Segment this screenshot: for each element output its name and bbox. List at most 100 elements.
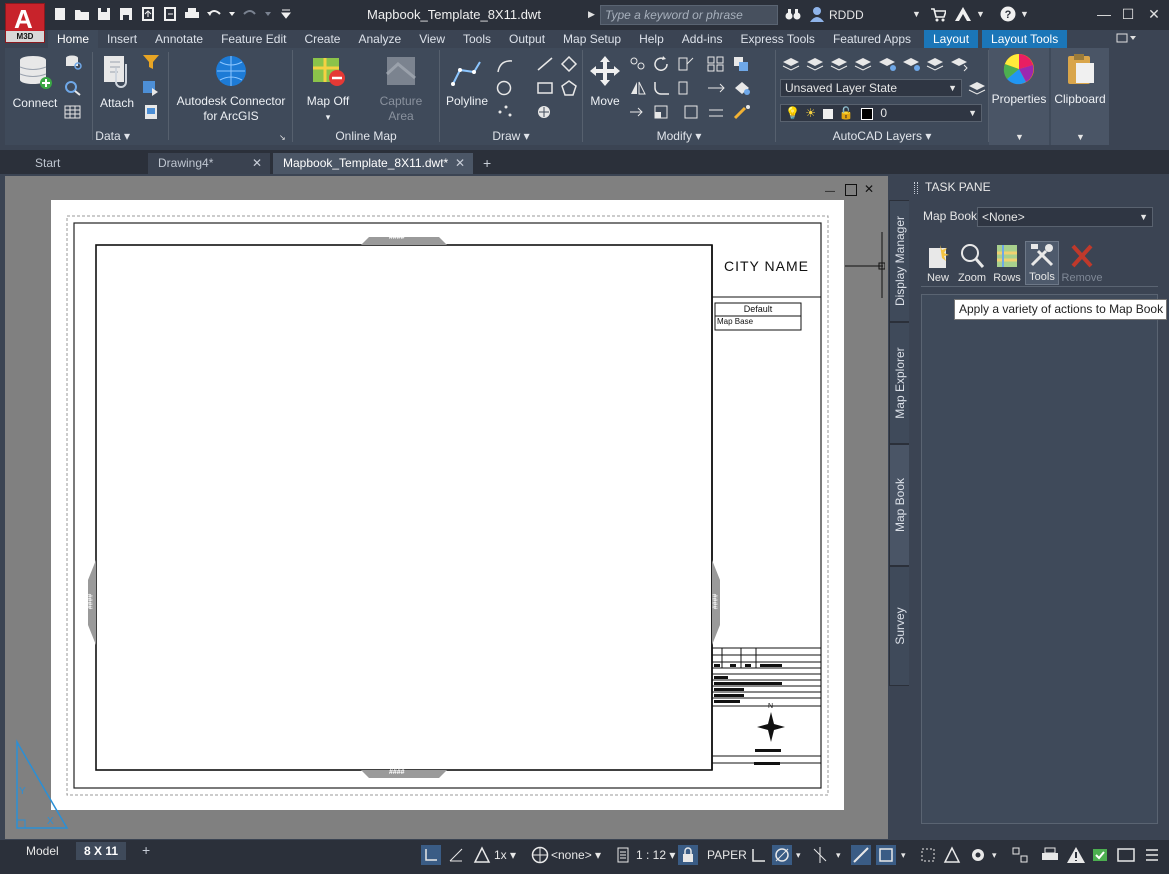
tab-annotate[interactable]: Annotate [146, 30, 212, 48]
tab-home[interactable]: Home [48, 30, 99, 48]
layer-isolate-icon[interactable] [854, 56, 872, 72]
plot-icon[interactable] [1040, 845, 1060, 865]
clipboard-dropdown-icon[interactable]: ▼ [1076, 132, 1085, 142]
tab-view[interactable]: View [410, 30, 454, 48]
layout-tab-8x11[interactable]: 8 X 11 [76, 842, 127, 860]
application-menu-button[interactable]: A M3D [5, 3, 45, 43]
capture-area-button[interactable]: Capture Area [373, 54, 429, 124]
query-icon[interactable] [64, 54, 82, 70]
layers-panel-title[interactable]: AutoCAD Layers ▾ [776, 129, 988, 143]
model-tab[interactable]: Model [18, 842, 67, 860]
annotation-visibility-icon[interactable] [472, 845, 492, 865]
user-icon[interactable] [810, 6, 824, 25]
tab-add-ins[interactable]: Add-ins [673, 30, 732, 48]
stretch-icon[interactable] [707, 80, 725, 96]
layer-state-dropdown[interactable]: Unsaved Layer State ▼ [780, 79, 962, 97]
maximize-icon[interactable]: ☐ [1120, 6, 1136, 22]
map-data-search-icon[interactable] [64, 80, 82, 96]
new-button[interactable]: New [923, 243, 953, 284]
add-layout-plus-icon[interactable]: + [134, 841, 158, 859]
tab-insert[interactable]: Insert [98, 30, 146, 48]
share-icon[interactable] [162, 6, 178, 22]
match-properties-icon[interactable] [733, 104, 751, 120]
stretch-arrow-icon[interactable] [629, 104, 647, 120]
gradient-icon[interactable] [560, 55, 578, 73]
arc-icon[interactable] [496, 58, 514, 74]
scale-icon[interactable] [653, 104, 671, 120]
map-book-select[interactable]: <None> ▼ [977, 207, 1153, 227]
point-icon[interactable] [496, 104, 514, 120]
search-expand-icon[interactable]: ▶ [588, 9, 595, 20]
minimize-icon[interactable]: — [1096, 6, 1112, 22]
redo-icon[interactable] [242, 6, 258, 22]
print-icon[interactable] [184, 6, 200, 22]
layer-properties-icon[interactable] [782, 56, 800, 72]
tab-layout[interactable]: Layout [924, 30, 979, 48]
layer-walk-icon[interactable] [950, 56, 968, 72]
polar-dropdown-icon[interactable]: ▾ [796, 844, 801, 866]
side-tab-display-manager[interactable]: Display Manager [889, 200, 910, 322]
ribbon-minimize-icon[interactable] [1116, 31, 1138, 48]
side-tab-map-explorer[interactable]: Map Explorer [889, 322, 910, 444]
lineweight-icon[interactable] [851, 845, 871, 865]
connect-button[interactable]: Connect [9, 54, 61, 111]
file-tab-mapbook[interactable]: Mapbook_Template_8X11.dwt* ✕ [273, 153, 473, 174]
extend-icon[interactable] [677, 80, 695, 96]
data-export-icon[interactable] [142, 80, 160, 96]
tools-button[interactable]: Tools [1025, 241, 1059, 285]
layer-dropdown[interactable]: 💡 ☀ 🔓 0 ▼ [780, 104, 982, 122]
rectangle-icon[interactable] [536, 80, 554, 96]
side-tab-survey[interactable]: Survey [889, 566, 910, 686]
tab-tools[interactable]: Tools [454, 30, 500, 48]
layer-off-icon[interactable] [830, 56, 848, 72]
properties-button[interactable]: Properties [991, 52, 1047, 107]
rows-button[interactable]: Rows [992, 243, 1022, 284]
modify-panel-title[interactable]: Modify ▾ [583, 129, 775, 143]
coordinate-system[interactable]: <none> ▾ [551, 844, 601, 866]
tab-analyze[interactable]: Analyze [349, 30, 410, 48]
customization-menu-icon[interactable] [1142, 845, 1162, 865]
tab-layout-tools[interactable]: Layout Tools [982, 30, 1068, 48]
undo-dropdown-icon[interactable] [228, 6, 236, 22]
new-file-icon[interactable] [52, 6, 68, 22]
tab-map-setup[interactable]: Map Setup [554, 30, 630, 48]
map-book-tree[interactable] [921, 294, 1158, 824]
tab-express-tools[interactable]: Express Tools [731, 30, 823, 48]
viewport-scale[interactable]: 1 : 12 ▾ [636, 844, 675, 866]
offset-icon[interactable] [707, 104, 725, 120]
rotate-icon[interactable] [653, 56, 671, 72]
tab-help[interactable]: Help [630, 30, 673, 48]
task-pane-grip-icon[interactable] [914, 182, 918, 194]
help-icon[interactable]: ? [1000, 6, 1016, 25]
layer-states-icon[interactable] [806, 56, 824, 72]
user-dropdown-icon[interactable]: ▼ [912, 9, 921, 19]
array-icon[interactable] [707, 56, 725, 72]
paper-space-icon[interactable] [421, 845, 441, 865]
file-tab-drawing4[interactable]: Drawing4* ✕ [148, 153, 270, 174]
scale-list-icon[interactable] [614, 845, 634, 865]
paper-model-toggle[interactable]: PAPER [707, 844, 747, 866]
line-icon[interactable] [536, 56, 554, 72]
close-tab-icon[interactable]: ✕ [252, 153, 262, 173]
polyline-button[interactable]: Polyline [442, 58, 492, 109]
isolate-icon[interactable] [733, 80, 751, 96]
circle-icon[interactable] [496, 80, 514, 96]
filter-icon[interactable] [142, 54, 160, 70]
open-folder-icon[interactable] [74, 6, 90, 22]
polar-tracking-icon[interactable] [772, 845, 792, 865]
hatch-icon[interactable] [536, 104, 554, 120]
save-icon[interactable] [96, 6, 112, 22]
tab-feature-edit[interactable]: Feature Edit [212, 30, 295, 48]
layer-unisolate-icon[interactable] [926, 56, 944, 72]
upload-icon[interactable] [140, 6, 156, 22]
selection-cycling-icon[interactable] [918, 845, 938, 865]
customize-qat-icon[interactable] [278, 6, 294, 22]
polygon-icon[interactable] [560, 80, 578, 96]
viewport-minimize-icon[interactable]: — [825, 186, 837, 197]
map-off-button[interactable]: Map Off ▾ [301, 54, 355, 125]
clipboard-button[interactable]: Clipboard [1051, 52, 1109, 107]
redo-dropdown-icon[interactable] [264, 6, 272, 22]
osnap-dropdown-icon[interactable]: ▾ [836, 844, 841, 866]
dynamic-ucs-icon[interactable] [446, 845, 466, 865]
object-snap-tracking-icon[interactable] [810, 845, 830, 865]
